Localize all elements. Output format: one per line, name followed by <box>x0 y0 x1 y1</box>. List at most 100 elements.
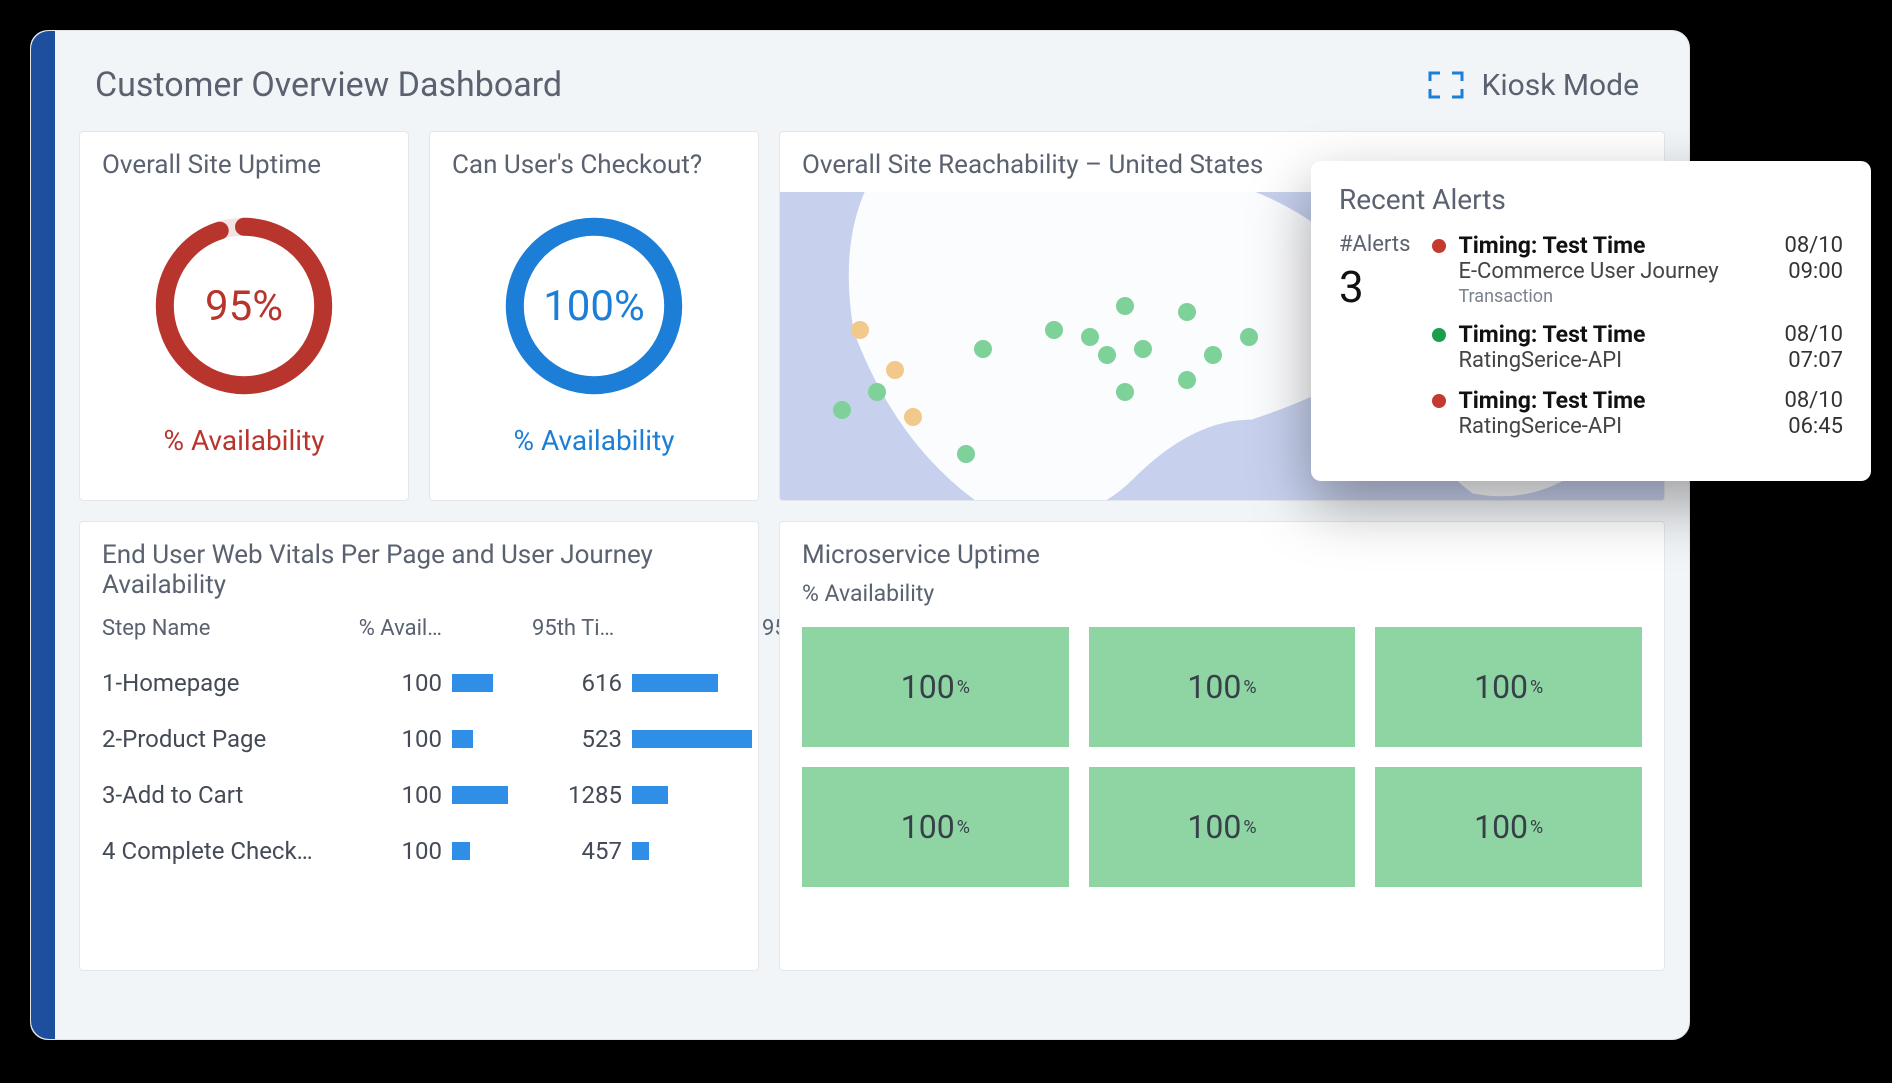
map-dot[interactable] <box>851 321 869 339</box>
map-dot[interactable] <box>957 445 975 463</box>
alert-name: Timing: Test Time <box>1458 387 1784 414</box>
alerts-popover: Recent Alerts #Alerts 3 Timing: Test Tim… <box>1311 161 1871 481</box>
alert-time: 07:07 <box>1788 348 1843 373</box>
header: Customer Overview Dashboard Kiosk Mode <box>55 31 1689 131</box>
time-value: 1285 <box>532 781 622 809</box>
table-row[interactable]: 4 Complete Check…1004577211121 <box>80 823 758 879</box>
col-step: Step Name <box>102 616 322 641</box>
alert-source: RatingSerice-API <box>1458 414 1788 439</box>
alert-date: 08/10 <box>1784 322 1843 347</box>
vitals-card: End User Web Vitals Per Page and User Jo… <box>79 521 759 971</box>
tile-value: 100 <box>1474 808 1528 846</box>
status-dot-icon <box>1432 328 1446 342</box>
alerts-title: Recent Alerts <box>1339 183 1843 216</box>
checkout-title: Can User's Checkout? <box>430 132 724 190</box>
alerts-count: 3 <box>1339 261 1410 313</box>
map-dot[interactable] <box>1178 303 1196 321</box>
uptime-label: % Availability <box>163 424 324 457</box>
uptime-card: Overall Site Uptime 95% % Availability <box>79 131 409 501</box>
map-dot[interactable] <box>904 408 922 426</box>
availability-value: 100 <box>332 669 442 697</box>
kiosk-mode-button[interactable]: Kiosk Mode <box>1428 68 1640 103</box>
bar-icon <box>452 842 470 860</box>
table-row[interactable]: 3-Add to Cart100128512059205 <box>80 767 758 823</box>
bar-icon <box>632 842 649 860</box>
alert-item[interactable]: Timing: Test Time08/10RatingSerice-API06… <box>1432 387 1843 439</box>
alert-name: Timing: Test Time <box>1458 232 1784 259</box>
microservice-grid: 100%100%100%100%100%100% <box>780 621 1664 909</box>
tile-unit: % <box>957 817 970 838</box>
microservice-tile[interactable]: 100% <box>1089 767 1356 887</box>
microservice-tile[interactable]: 100% <box>802 767 1069 887</box>
table-row[interactable]: 2-Product Page100523341071107 <box>80 711 758 767</box>
vitals-title: End User Web Vitals Per Page and User Jo… <box>80 522 758 610</box>
tile-value: 100 <box>901 808 955 846</box>
bar-icon <box>452 674 493 692</box>
alert-source: E-Commerce User Journey <box>1458 259 1788 284</box>
map-dot[interactable] <box>1116 383 1134 401</box>
tile-unit: % <box>1530 817 1543 838</box>
microservice-tile[interactable]: 100% <box>802 627 1069 747</box>
uptime-title: Overall Site Uptime <box>80 132 343 190</box>
bar-icon <box>632 786 668 804</box>
uptime-gauge: 95% <box>154 216 334 396</box>
step-name: 1-Homepage <box>102 669 322 697</box>
checkout-value: 100% <box>504 216 684 396</box>
alerts-list: Timing: Test Time08/10E-Commerce User Jo… <box>1432 232 1843 453</box>
tile-unit: % <box>1243 817 1256 838</box>
alert-item[interactable]: Timing: Test Time08/10E-Commerce User Jo… <box>1432 232 1843 307</box>
alert-item[interactable]: Timing: Test Time08/10RatingSerice-API07… <box>1432 321 1843 373</box>
left-accent-bar <box>31 31 55 1039</box>
alerts-count-col: #Alerts 3 <box>1339 232 1410 453</box>
alert-date: 08/10 <box>1784 388 1843 413</box>
map-dot[interactable] <box>1240 328 1258 346</box>
bar-icon <box>452 786 508 804</box>
microservice-tile[interactable]: 100% <box>1089 627 1356 747</box>
vitals-header-row: Step Name % Avail… 95th Time To… 95th Ti… <box>80 610 758 655</box>
tile-value: 100 <box>1474 668 1528 706</box>
alert-name: Timing: Test Time <box>1458 321 1784 348</box>
bar-icon <box>632 730 752 748</box>
tile-value: 100 <box>1187 668 1241 706</box>
checkout-card: Can User's Checkout? 100% % Availability <box>429 131 759 501</box>
tile-value: 100 <box>1187 808 1241 846</box>
bar-icon <box>452 730 473 748</box>
step-name: 3-Add to Cart <box>102 781 322 809</box>
alert-date: 08/10 <box>1784 233 1843 258</box>
microservice-tile[interactable]: 100% <box>1375 627 1642 747</box>
time-value: 523 <box>532 725 622 753</box>
alert-time: 09:00 <box>1788 259 1843 284</box>
tile-unit: % <box>1243 677 1256 698</box>
kiosk-mode-label: Kiosk Mode <box>1482 68 1640 103</box>
fullscreen-icon <box>1428 71 1464 99</box>
alert-source: RatingSerice-API <box>1458 348 1788 373</box>
status-dot-icon <box>1432 239 1446 253</box>
alert-extra: Transaction <box>1432 286 1843 307</box>
time-value: 616 <box>532 669 622 697</box>
bar-icon <box>632 674 718 692</box>
status-dot-icon <box>1432 394 1446 408</box>
microservice-title: Microservice Uptime <box>780 522 1664 580</box>
col-t1: 95th Time To… <box>532 616 622 641</box>
microservice-sub: % Availability <box>780 580 1664 621</box>
time-value: 457 <box>532 837 622 865</box>
map-dot[interactable] <box>1081 328 1099 346</box>
map-dot[interactable] <box>1134 340 1152 358</box>
alert-time: 06:45 <box>1788 414 1843 439</box>
checkout-gauge: 100% <box>504 216 684 396</box>
availability-value: 100 <box>332 725 442 753</box>
checkout-label: % Availability <box>513 424 674 457</box>
step-name: 2-Product Page <box>102 725 322 753</box>
col-avail: % Avail… <box>332 616 442 641</box>
tile-unit: % <box>957 677 970 698</box>
availability-value: 100 <box>332 837 442 865</box>
map-dot[interactable] <box>1116 297 1134 315</box>
uptime-value: 95% <box>154 216 334 396</box>
microservice-tile[interactable]: 100% <box>1375 767 1642 887</box>
step-name: 4 Complete Check… <box>102 837 322 865</box>
microservice-card: Microservice Uptime % Availability 100%1… <box>779 521 1665 971</box>
tile-unit: % <box>1530 677 1543 698</box>
availability-value: 100 <box>332 781 442 809</box>
table-row[interactable]: 1-Homepage10061622167216 <box>80 655 758 711</box>
map-dot[interactable] <box>1178 371 1196 389</box>
